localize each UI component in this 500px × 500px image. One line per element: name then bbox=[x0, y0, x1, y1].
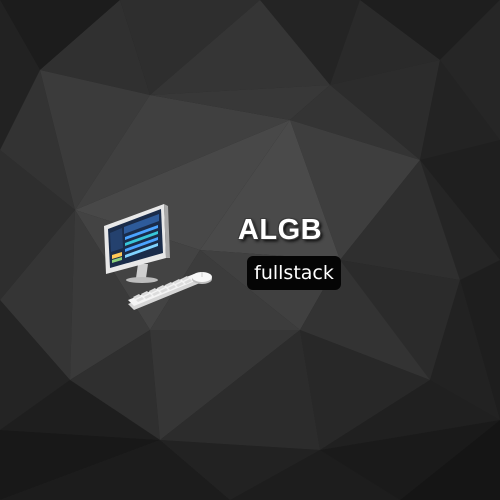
polygon-background bbox=[0, 0, 500, 500]
tagline-text: fullstack bbox=[254, 262, 334, 284]
desktop-computer-icon bbox=[104, 204, 212, 310]
tagline-badge: fullstack bbox=[247, 256, 341, 290]
splash-canvas: ALGB fullstack bbox=[0, 0, 500, 500]
mouse-icon bbox=[192, 272, 212, 284]
brand-title: ALGB bbox=[237, 214, 323, 246]
